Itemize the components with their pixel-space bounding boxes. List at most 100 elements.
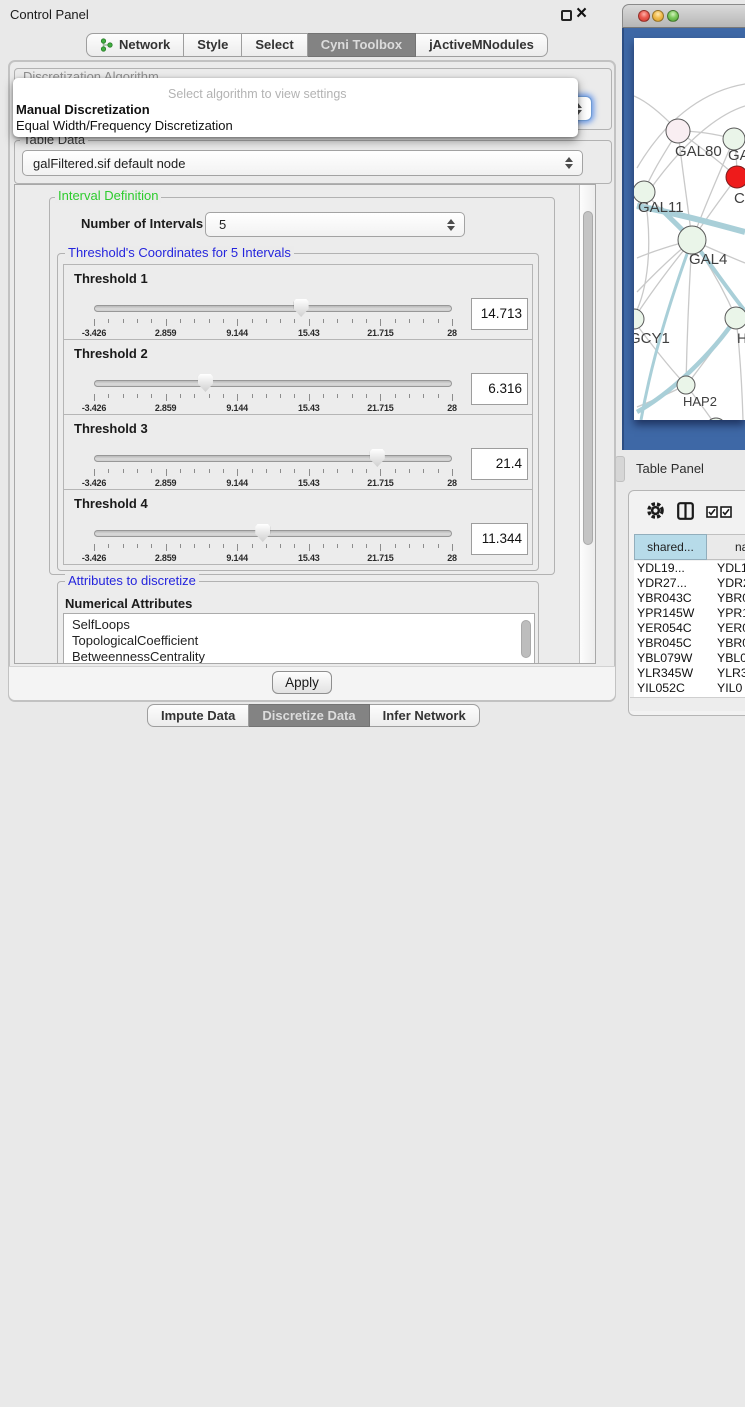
- panel-scrollbar[interactable]: [579, 185, 596, 663]
- gear-icon[interactable]: [646, 501, 665, 520]
- float-window-icon[interactable]: [561, 10, 572, 21]
- table-cell[interactable]: YER054C: [634, 621, 707, 636]
- table-cell[interactable]: YDR2: [707, 576, 745, 591]
- slider-tick-label: 15.43: [298, 478, 320, 488]
- slider-tick: [266, 469, 267, 473]
- slider-track[interactable]: [94, 305, 452, 312]
- apply-button[interactable]: Apply: [272, 671, 332, 694]
- network-node[interactable]: [726, 166, 745, 188]
- numerical-attributes-list[interactable]: SelfLoopsTopologicalCoefficientBetweenne…: [63, 613, 535, 664]
- attribute-list-item[interactable]: TopologicalCoefficient: [64, 633, 534, 649]
- table-cell[interactable]: YIL0: [707, 681, 742, 696]
- tab-style[interactable]: Style: [184, 33, 242, 57]
- table-cell[interactable]: YPR145W: [634, 606, 707, 621]
- panel-divider-handle[interactable]: [615, 456, 625, 482]
- table-row[interactable]: YDR27...YDR2: [634, 576, 745, 591]
- table-column-header[interactable]: na: [707, 534, 745, 560]
- tab-cyni-toolbox[interactable]: Cyni Toolbox: [308, 33, 416, 57]
- threshold-slider[interactable]: -3.4262.8599.14415.4321.71528: [94, 299, 452, 339]
- table-row[interactable]: YBL079WYBL0: [634, 651, 745, 666]
- table-cell[interactable]: YLR3: [707, 666, 745, 681]
- table-cell[interactable]: YBR045C: [634, 636, 707, 651]
- slider-thumb[interactable]: [294, 299, 309, 317]
- threshold-value-box[interactable]: 6.316: [471, 373, 528, 405]
- slider-tick: [323, 469, 324, 473]
- slider-tick: [366, 319, 367, 323]
- table-cell[interactable]: YBR043C: [634, 591, 707, 606]
- slider-thumb[interactable]: [198, 374, 213, 392]
- table-cell[interactable]: YIL052C: [634, 681, 707, 696]
- mac-close-icon[interactable]: [638, 10, 650, 22]
- threshold-slider[interactable]: -3.4262.8599.14415.4321.71528: [94, 524, 452, 564]
- threshold-value-box[interactable]: 11.344: [471, 523, 528, 555]
- popup-item-manual-discretization[interactable]: Manual Discretization: [16, 102, 576, 117]
- slider-tick: [452, 319, 453, 326]
- table-cell[interactable]: YBR0: [707, 591, 745, 606]
- slider-tick: [180, 469, 181, 473]
- tab-discretize-data[interactable]: Discretize Data: [249, 704, 369, 727]
- table-cell[interactable]: YDL1: [707, 561, 745, 576]
- attribute-list-item[interactable]: SelfLoops: [64, 617, 534, 633]
- network-node[interactable]: [634, 309, 644, 329]
- threshold-value-box[interactable]: 21.4: [471, 448, 528, 480]
- table-column-header[interactable]: shared...: [634, 534, 707, 560]
- slider-thumb[interactable]: [370, 449, 385, 467]
- number-of-intervals-select[interactable]: 5: [205, 212, 465, 237]
- network-node[interactable]: [725, 307, 745, 329]
- mac-zoom-icon[interactable]: [667, 10, 679, 22]
- close-icon[interactable]: ×: [576, 1, 587, 27]
- network-node-label: GAL4: [689, 251, 727, 268]
- network-node-label: GAL80: [675, 143, 722, 160]
- threshold-value-box[interactable]: 14.713: [471, 298, 528, 330]
- network-node[interactable]: [706, 418, 726, 420]
- table-cell[interactable]: YDR27...: [634, 576, 707, 591]
- table-row[interactable]: YBR045CYBR0: [634, 636, 745, 651]
- popup-item-equal-width-frequency[interactable]: Equal Width/Frequency Discretization: [16, 118, 576, 133]
- network-node[interactable]: [677, 376, 695, 394]
- table-row[interactable]: YBR043CYBR0: [634, 591, 745, 606]
- tab-impute-data[interactable]: Impute Data: [147, 704, 249, 727]
- checkbox-icon[interactable]: [706, 506, 718, 518]
- tab-jactivemnodules[interactable]: jActiveMNodules: [416, 33, 548, 57]
- attribute-list-item[interactable]: BetweennessCentrality: [64, 649, 534, 664]
- table-row[interactable]: YER054CYER0: [634, 621, 745, 636]
- list-scrollbar-thumb[interactable]: [521, 620, 531, 658]
- tab-select[interactable]: Select: [242, 33, 307, 57]
- split-columns-icon[interactable]: [677, 502, 694, 520]
- table-cell[interactable]: YDL19...: [634, 561, 707, 576]
- slider-tick: [209, 394, 210, 398]
- table-row[interactable]: YIL052CYIL0: [634, 681, 745, 696]
- table-cell[interactable]: YBL0: [707, 651, 745, 666]
- table-hscrollbar[interactable]: [630, 697, 745, 711]
- table-row[interactable]: YPR145WYPR1: [634, 606, 745, 621]
- slider-tick: [452, 394, 453, 401]
- panel-scrollbar-thumb[interactable]: [583, 211, 593, 545]
- network-node[interactable]: [678, 226, 706, 254]
- threshold-slider[interactable]: -3.4262.8599.14415.4321.71528: [94, 449, 452, 489]
- table-cell[interactable]: YLR345W: [634, 666, 707, 681]
- table-cell[interactable]: YBL079W: [634, 651, 707, 666]
- slider-thumb[interactable]: [255, 524, 270, 542]
- table-cell[interactable]: YBR0: [707, 636, 745, 651]
- slider-tick: [452, 469, 453, 476]
- checkbox-icon[interactable]: [720, 506, 732, 518]
- slider-track[interactable]: [94, 380, 452, 387]
- slider-tick-label: -3.426: [82, 328, 106, 338]
- network-canvas[interactable]: GAL80GACGAL11GAL4GCY1HHAP2: [634, 38, 745, 420]
- table-row[interactable]: YDL19...YDL1: [634, 561, 745, 576]
- table-data-select[interactable]: galFiltered.sif default node: [22, 150, 583, 176]
- table-cell[interactable]: YER0: [707, 621, 745, 636]
- tab-network[interactable]: Network: [86, 33, 184, 57]
- tab-infer-network[interactable]: Infer Network: [370, 704, 480, 727]
- slider-tick: [309, 394, 310, 401]
- table-cell[interactable]: YPR1: [707, 606, 745, 621]
- mac-minimize-icon[interactable]: [652, 10, 664, 22]
- threshold-slider[interactable]: -3.4262.8599.14415.4321.71528: [94, 374, 452, 414]
- network-node[interactable]: [666, 119, 690, 143]
- table-row[interactable]: YLR345WYLR3: [634, 666, 745, 681]
- combo-spinner-icon: [447, 219, 455, 231]
- slider-track[interactable]: [94, 455, 452, 462]
- slider-tick: [151, 319, 152, 323]
- slider-track[interactable]: [94, 530, 452, 537]
- threshold-row: Threshold 1 -3.4262.8599.14415.4321.7152…: [63, 264, 533, 340]
